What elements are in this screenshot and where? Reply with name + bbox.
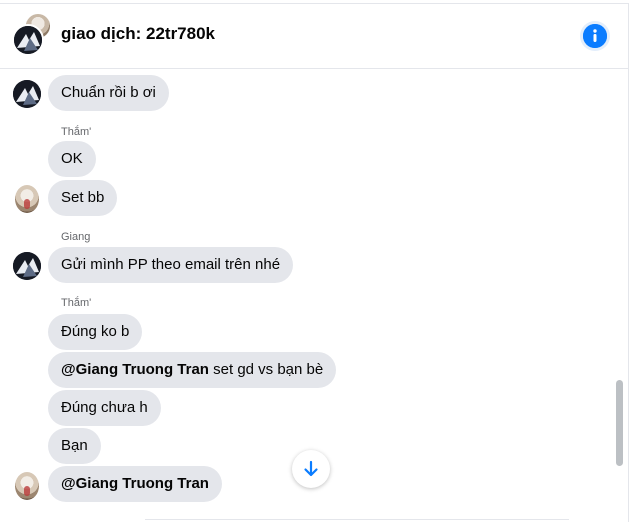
message-bubble[interactable]: OK [48,141,96,177]
avatar[interactable] [15,472,39,500]
message-text: Bạn [61,437,88,454]
info-icon [583,24,607,48]
message-bubble[interactable]: @Giang Truong Tran set gd vs bạn bè [48,352,337,388]
group-avatar-member-1 [12,24,44,56]
sender-name: Thắm' [61,126,92,138]
arrow-down-icon [304,460,318,477]
message-bubble[interactable]: @Giang Truong Tran [48,466,222,502]
avatar[interactable] [15,185,39,213]
message-bubble[interactable]: Gửi mình PP theo email trên nhé [48,247,294,283]
message-text: set gd vs bạn bè [208,361,324,378]
avatar[interactable] [13,80,41,108]
sender-name: Thắm' [61,297,92,309]
chat-header: giao dịch: 22tr780k [0,4,628,69]
message-bubble[interactable]: Đúng ko b [48,314,143,350]
conversation-info-button[interactable] [580,21,610,51]
message-text: OK [61,150,83,167]
message-bubble[interactable]: Bạn [48,428,101,464]
conversation-title: giao dịch: 22tr780k [61,24,216,43]
message-text: Chuẩn rồi b ơi [61,84,156,101]
mention-link[interactable]: @Giang Truong Tran [61,475,209,492]
avatar[interactable] [13,252,41,280]
message-bubble[interactable]: Set bb [48,180,118,216]
message-text: Đúng ko b [61,323,130,340]
message-text: Đúng chưa h [61,399,148,416]
scrollbar-thumb[interactable] [616,380,623,466]
composer-divider [145,519,569,520]
message-text: Gửi mình PP theo email trên nhé [61,256,281,273]
mention-link[interactable]: @Giang Truong Tran [61,361,209,378]
message-bubble[interactable]: Đúng chưa h [48,390,161,426]
group-avatar[interactable] [12,12,52,56]
message-bubble[interactable]: Chuẩn rồi b ơi [48,75,169,111]
message-text: Set bb [61,189,105,206]
sender-name: Giang [61,231,91,243]
chat-window: giao dịch: 22tr780k Chuẩn rồi b ơi Thắm'… [0,3,629,522]
scroll-to-bottom-button[interactable] [292,450,330,488]
